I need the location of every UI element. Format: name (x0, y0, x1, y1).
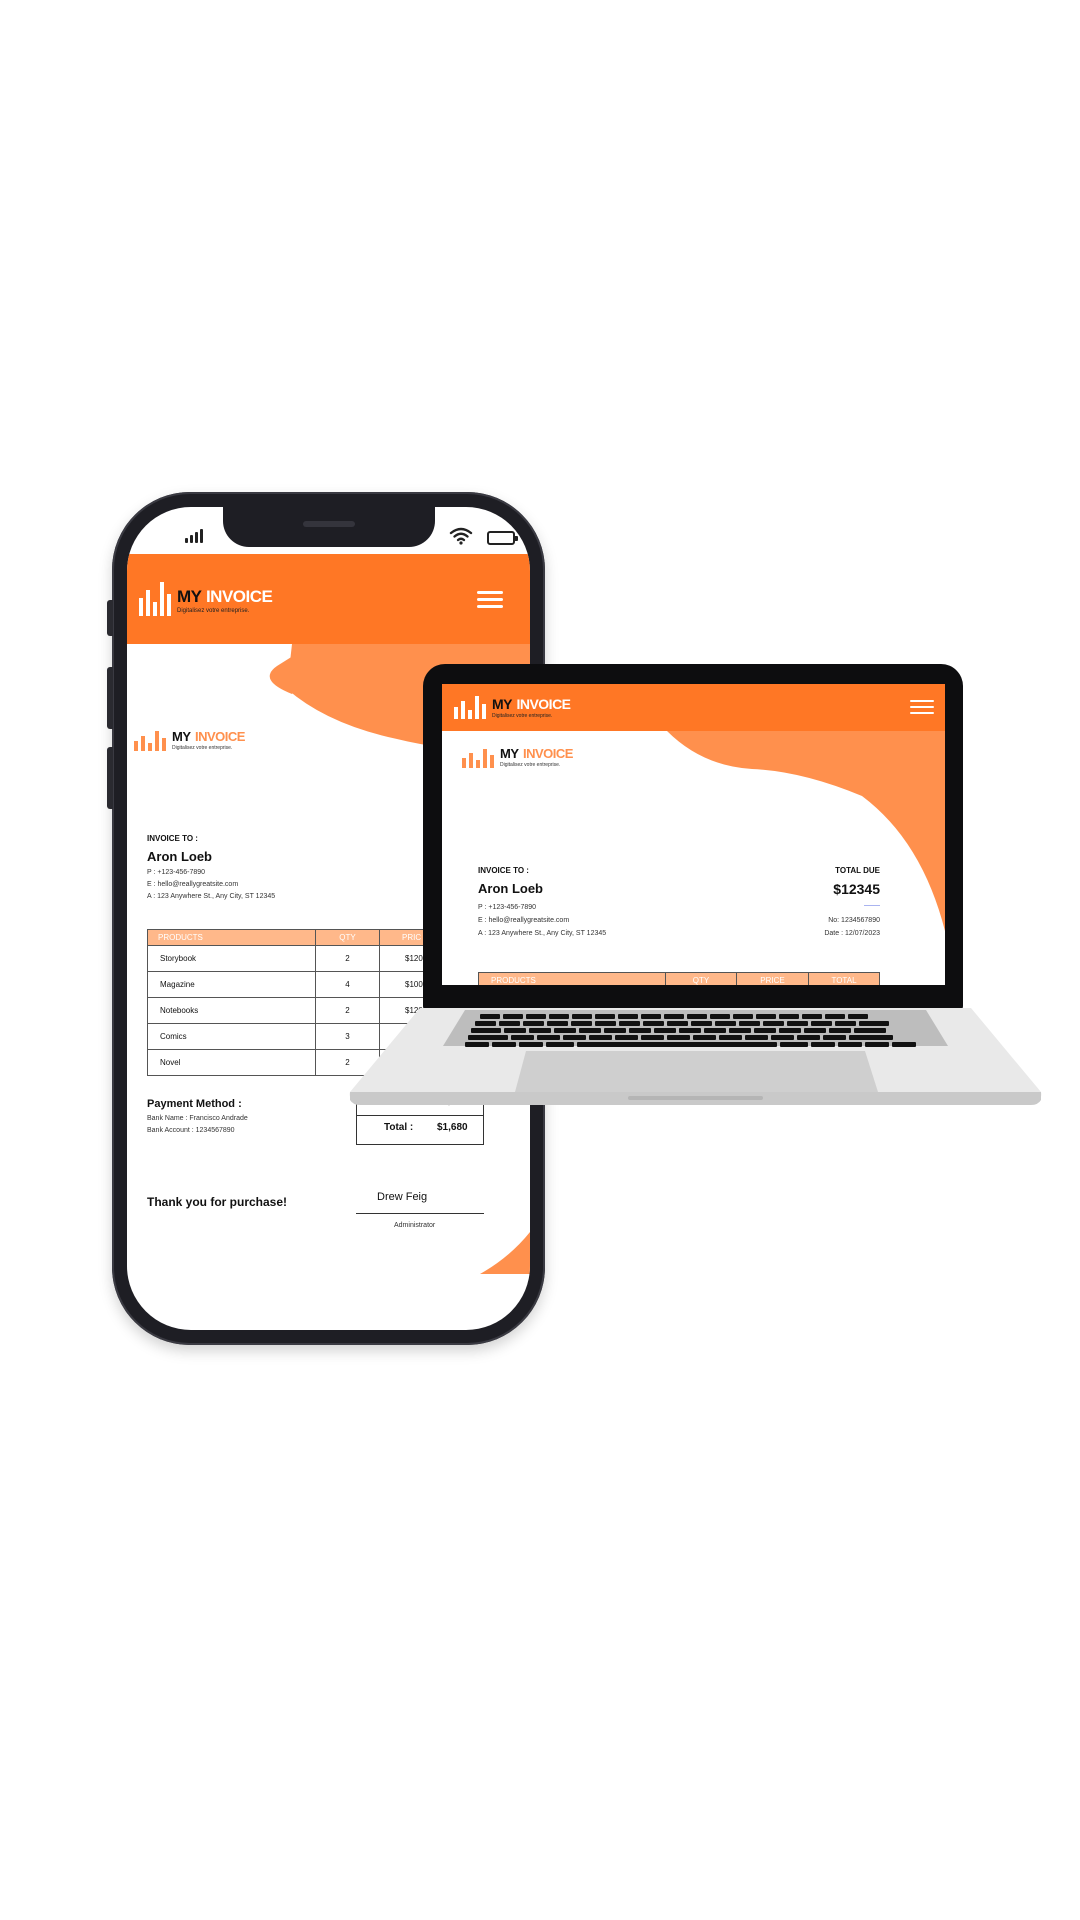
client-address: A : 123 Anywhere St., Any City, ST 12345 (478, 930, 607, 937)
product-cell: Novel (147, 1049, 316, 1076)
logo-word-my: MY (172, 729, 191, 744)
product-cell: Magazine (147, 971, 316, 998)
keyboard-row (471, 1028, 886, 1033)
keyboard-row (480, 1014, 868, 1019)
logo-bars-icon (462, 749, 494, 768)
total-value: $1,680 (437, 1122, 468, 1133)
client-phone: P : +123-456-7890 (478, 904, 537, 911)
logo-word-invoice: INVOICE (516, 696, 571, 712)
laptop-products-table: PRODUCTS QTY PRICE TOTAL (478, 972, 880, 985)
qty-cell: 2 (315, 945, 380, 972)
payment-method-label: Payment Method : (147, 1098, 242, 1110)
phone-corner-accent (480, 1232, 530, 1274)
client-name: Aron Loeb (478, 881, 543, 896)
laptop-screen: MY INVOICE Digitalisez votre entreprise.… (442, 684, 945, 985)
thank-you-text: Thank you for purchase! (147, 1195, 288, 1209)
column-header-products: PRODUCTS (478, 972, 666, 985)
phone-mute-switch (107, 600, 113, 636)
client-name: Aron Loeb (147, 849, 212, 864)
product-cell: Storybook (147, 945, 316, 972)
logo-tagline: Digitalisez votre entreprise. (492, 713, 553, 719)
keyboard-row (475, 1021, 889, 1026)
mockup-stage: MY INVOICE Digitalisez votre entreprise. (0, 0, 1080, 1920)
phone-volume-down-button (107, 747, 113, 809)
logo-word-my: MY (500, 746, 519, 761)
client-email: E : hello@reallygreatsite.com (147, 881, 239, 888)
bank-account: Bank Account : 1234567890 (147, 1127, 235, 1134)
laptop-orange-wave (667, 731, 945, 931)
invoice-to-label: INVOICE TO : (478, 866, 529, 875)
column-header-total: TOTAL (808, 972, 880, 985)
phone-notch (223, 507, 435, 547)
table-row: Magazine 4 $100 (147, 971, 447, 998)
invoice-logo: MY INVOICE Digitalisez votre entreprise. (134, 729, 245, 751)
invoice-logo: MY INVOICE Digitalisez votre entreprise. (462, 746, 573, 768)
signer-name: Drew Feig (377, 1191, 428, 1203)
battery-icon (487, 531, 518, 545)
table-row: Storybook 2 $120 (147, 945, 447, 972)
invoice-number: No: 1234567890 (828, 917, 880, 924)
client-address: A : 123 Anywhere St., Any City, ST 12345 (147, 893, 276, 900)
column-header-qty: QTY (665, 972, 737, 985)
total-due-value: $12345 (833, 881, 880, 897)
column-header-price: PRICE (736, 972, 809, 985)
logo-bars-icon (454, 696, 486, 719)
product-cell: Notebooks (147, 997, 316, 1024)
wifi-icon (449, 527, 473, 545)
invoice-to-label: INVOICE TO : (147, 834, 198, 843)
hamburger-icon[interactable] (910, 700, 934, 715)
logo-word-invoice: INVOICE (194, 729, 245, 744)
logo-bars-icon (134, 731, 166, 751)
cellular-signal-icon (185, 529, 207, 543)
phone-volume-up-button (107, 667, 113, 729)
column-header-qty: QTY (315, 929, 380, 946)
app-logo[interactable]: MY INVOICE Digitalisez votre entreprise. (454, 696, 571, 719)
signer-role: Administrator (394, 1222, 436, 1229)
laptop-app-header: MY INVOICE Digitalisez votre entreprise. (442, 684, 945, 731)
column-header-products: PRODUCTS (147, 929, 316, 946)
signature-line (356, 1213, 484, 1214)
total-label: Total : (384, 1122, 414, 1133)
logo-word-my: MY (492, 696, 513, 712)
laptop-keyboard (464, 1012, 930, 1050)
client-email: E : hello@reallygreatsite.com (478, 917, 570, 924)
accent-underline (864, 905, 880, 906)
logo-tagline: Digitalisez votre entreprise. (500, 762, 561, 768)
bank-name: Bank Name : Francisco Andrade (147, 1115, 248, 1122)
keyboard-row (468, 1035, 893, 1040)
phone-speaker (303, 521, 355, 527)
qty-cell: 4 (315, 971, 380, 998)
logo-word-invoice: INVOICE (522, 746, 573, 761)
invoice-date: Date : 12/07/2023 (824, 930, 880, 937)
client-phone: P : +123-456-7890 (147, 869, 206, 876)
logo-tagline: Digitalisez votre entreprise. (172, 745, 233, 751)
product-cell: Comics (147, 1023, 316, 1050)
total-due-label: TOTAL DUE (835, 866, 880, 875)
keyboard-row (465, 1042, 916, 1047)
